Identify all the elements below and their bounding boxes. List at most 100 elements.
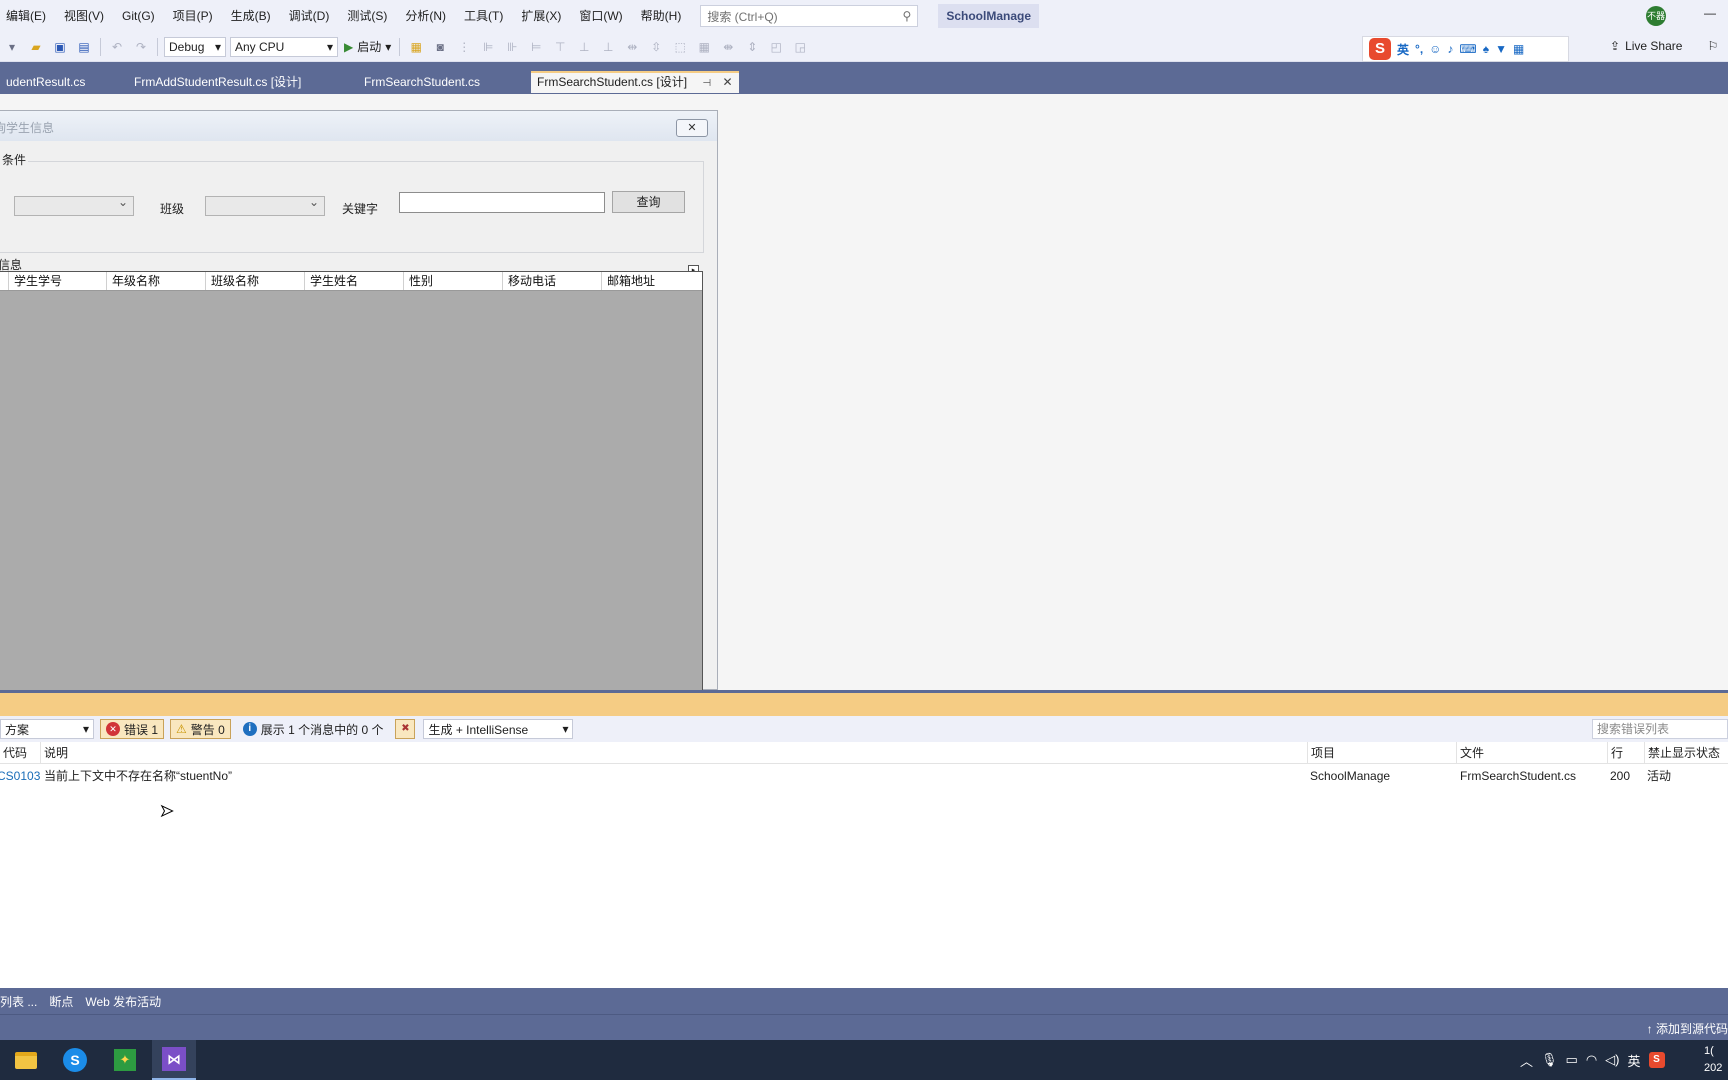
microphone-icon[interactable]: 🎙 (1541, 1052, 1558, 1068)
feedback-icon[interactable]: ⚐ (1707, 39, 1718, 53)
column-header[interactable]: 行 (1607, 742, 1644, 764)
sogou-logo-icon[interactable]: S (1369, 38, 1391, 60)
save-all-icon[interactable]: ▤ (75, 38, 93, 56)
bring-to-front-icon[interactable]: ◰ (767, 38, 785, 56)
save-icon[interactable]: ▣ (51, 38, 69, 56)
close-icon[interactable]: ✕ (722, 75, 732, 89)
menu-git[interactable]: Git(G) (113, 0, 164, 32)
chevron-up-icon[interactable]: ︿ (1520, 1051, 1533, 1070)
platform-dropdown[interactable]: Any CPU ▾ (230, 36, 338, 57)
open-file-icon[interactable]: ▰ (27, 38, 45, 56)
microphone-icon[interactable]: ♪ (1447, 42, 1453, 56)
tab-add-student-result-design[interactable]: FrmAddStudentResult.cs [设计] (128, 71, 307, 93)
toolbox-icon[interactable]: ♠ (1483, 42, 1489, 56)
menu-extensions[interactable]: 扩展(X) (512, 0, 570, 32)
menu-analyze[interactable]: 分析(N) (396, 0, 455, 32)
errors-filter-toggle[interactable]: ✕ 错误 1 (100, 719, 165, 739)
align-middle-icon[interactable]: ⊥ (575, 38, 593, 56)
grade-combobox[interactable] (14, 195, 134, 216)
ime-indicator[interactable]: 英 (1628, 1051, 1641, 1070)
start-button[interactable]: ▶ 启动 ▾ (340, 38, 395, 55)
pin-icon[interactable]: ⊣ (702, 78, 711, 89)
search-input[interactable]: 搜索 (Ctrl+Q) ⚲ (700, 5, 919, 27)
tab-web-publish[interactable]: Web 发布活动 (79, 993, 167, 1010)
messages-filter-toggle[interactable]: i 展示 1 个消息中的 0 个 (237, 721, 390, 738)
battery-icon[interactable]: ▭ (1566, 1052, 1578, 1068)
column-header[interactable]: 班级名称 (205, 272, 304, 290)
tab-error-list[interactable]: 列表 ... (0, 993, 43, 1010)
configuration-dropdown[interactable]: Debug ▾ (164, 36, 226, 57)
file-explorer-taskbar-button[interactable] (4, 1040, 48, 1080)
column-header[interactable]: 代码 (0, 742, 40, 764)
column-header[interactable]: 说明 (40, 742, 1307, 764)
make-same-size-icon[interactable]: ⬚ (671, 38, 689, 56)
visual-studio-taskbar-button[interactable]: ⋈ (152, 1040, 196, 1080)
error-list-titlebar[interactable] (0, 690, 1728, 716)
emoji-icon[interactable]: ☺ (1429, 42, 1441, 56)
error-code[interactable]: CS0103 (0, 766, 40, 786)
form-preview[interactable]: 询学生信息 ✕ 条件 班级 关键字 查询 信息 ▸ 学生学号 年级名称 班级名称… (0, 110, 718, 691)
clock[interactable]: 1( 202 (1704, 1043, 1722, 1077)
browse-icon[interactable]: ▦ (407, 38, 425, 56)
scope-dropdown[interactable]: 方案 ▾ (0, 719, 94, 739)
filter-icon[interactable]: ✖ (395, 719, 416, 739)
warnings-filter-toggle[interactable]: ⚠ 警告 0 (170, 719, 231, 739)
align-right-icon[interactable]: ⊨ (527, 38, 545, 56)
make-same-width-icon[interactable]: ⇹ (623, 38, 641, 56)
skin-icon[interactable]: ▼ (1495, 42, 1507, 56)
punctuation-icon[interactable]: °, (1415, 42, 1423, 56)
align-center-icon[interactable]: ⊪ (503, 38, 521, 56)
xiaomi-hub-taskbar-button[interactable]: ✦ (103, 1040, 147, 1080)
student-datagrid[interactable]: 学生学号 年级名称 班级名称 学生姓名 性别 移动电话 邮箱地址 (0, 271, 703, 691)
column-header[interactable]: 学生学号 (8, 272, 106, 290)
column-header[interactable]: 项目 (1307, 742, 1456, 764)
build-filter-dropdown[interactable]: 生成 + IntelliSense ▾ (423, 719, 574, 739)
menu-project[interactable]: 项目(P) (164, 0, 222, 32)
tab-search-student-code[interactable]: FrmSearchStudent.cs (358, 71, 486, 93)
menu-debug[interactable]: 调试(D) (280, 0, 339, 32)
undo-icon[interactable]: ↶ (108, 38, 126, 56)
align-left-icon[interactable]: ⊫ (479, 38, 497, 56)
keyword-input[interactable] (399, 192, 605, 213)
menu-window[interactable]: 窗口(W) (570, 0, 631, 32)
avatar[interactable]: 不器 (1646, 6, 1666, 26)
menu-tools[interactable]: 工具(T) (455, 0, 512, 32)
screenshot-icon[interactable]: ◙ (431, 38, 449, 56)
grid-menu-icon[interactable]: ▦ (1513, 42, 1524, 56)
tab-breakpoints[interactable]: 断点 (43, 993, 79, 1010)
column-header[interactable]: 文件 (1456, 742, 1607, 764)
size-to-grid-icon[interactable]: ▦ (695, 38, 713, 56)
ime-language[interactable]: 英 (1397, 41, 1409, 58)
add-to-source-control-button[interactable]: ↑ 添加到源代码 (1647, 1020, 1728, 1037)
redo-icon[interactable]: ↷ (132, 38, 150, 56)
query-button[interactable]: 查询 (612, 191, 685, 213)
column-header[interactable]: 性别 (403, 272, 502, 290)
vertical-spacing-icon[interactable]: ⇕ (743, 38, 761, 56)
align-bottom-icon[interactable]: ⊥ (599, 38, 617, 56)
new-project-icon[interactable]: ▾ (3, 38, 21, 56)
wifi-icon[interactable]: ◠ (1586, 1052, 1597, 1068)
tab-student-result[interactable]: udentResult.cs (0, 71, 91, 93)
horizontal-spacing-icon[interactable]: ⇼ (719, 38, 737, 56)
make-same-height-icon[interactable]: ⇳ (647, 38, 665, 56)
live-share-button[interactable]: ⇪ Live Share ⚐ (1610, 39, 1718, 53)
tab-search-student-design[interactable]: FrmSearchStudent.cs [设计] ⊣ ✕ (531, 71, 739, 93)
menu-view[interactable]: 视图(V) (55, 0, 113, 32)
column-header[interactable]: 移动电话 (502, 272, 601, 290)
menu-edit[interactable]: 编辑(E) (0, 0, 55, 32)
minimize-icon[interactable]: — (1704, 6, 1716, 20)
menu-build[interactable]: 生成(B) (222, 0, 280, 32)
volume-icon[interactable]: ◁) (1605, 1052, 1619, 1068)
send-to-back-icon[interactable]: ◲ (791, 38, 809, 56)
menu-test[interactable]: 测试(S) (338, 0, 396, 32)
sogou-browser-taskbar-button[interactable]: S (53, 1040, 97, 1080)
form-close-button[interactable]: ✕ (676, 119, 708, 137)
error-search-input[interactable]: 搜索错误列表 (1592, 719, 1728, 739)
align-grid-icon[interactable]: ⋮ (455, 38, 473, 56)
keyboard-icon[interactable]: ⌨ (1459, 42, 1476, 56)
column-header[interactable]: 邮箱地址 (601, 272, 702, 290)
menu-help[interactable]: 帮助(H) (632, 0, 691, 32)
column-header[interactable]: 禁止显示状态 (1644, 742, 1728, 764)
align-top-icon[interactable]: ⊤ (551, 38, 569, 56)
column-header[interactable]: 学生姓名 (304, 272, 403, 290)
